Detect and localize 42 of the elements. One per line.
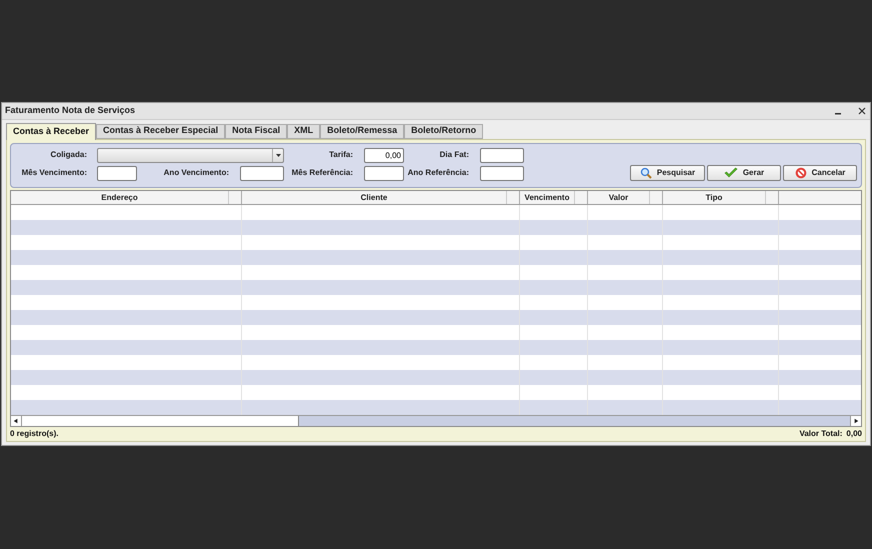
column-header[interactable]: Endereço — [11, 190, 228, 204]
field-label: Ano Vencimento: — [163, 167, 229, 180]
close-icon[interactable] — [858, 106, 866, 115]
input-field[interactable] — [364, 166, 404, 181]
column-header[interactable]: Tipo — [663, 190, 765, 204]
scrollbar-thumb[interactable] — [22, 416, 299, 426]
input-field[interactable] — [480, 148, 524, 163]
table-row[interactable] — [11, 204, 861, 220]
tab[interactable]: Contas à Receber Especial — [96, 124, 226, 139]
cancel-button[interactable]: Cancelar — [783, 165, 857, 182]
field-label: Ano Referência: — [407, 167, 469, 180]
tab[interactable]: XML — [287, 124, 320, 139]
field-label: Coligada: — [50, 149, 87, 162]
total-value: 0,00 — [846, 428, 862, 440]
scroll-right-icon[interactable] — [850, 416, 861, 426]
window-title: Faturamento Nota de Serviços — [5, 104, 136, 118]
search-icon — [640, 167, 652, 180]
field-label: Mês Referência: — [290, 167, 353, 180]
horizontal-scrollbar[interactable] — [11, 414, 861, 426]
field-label: Tarifa: — [328, 149, 353, 162]
dropdown[interactable] — [97, 148, 284, 163]
tab[interactable]: Boleto/Retorno — [404, 124, 484, 139]
tab[interactable]: Contas à Receber — [6, 122, 96, 140]
column-header[interactable]: Cliente — [242, 190, 506, 204]
field-label: Dia Fat: — [438, 149, 469, 162]
checkmark-icon — [724, 167, 738, 180]
column-header[interactable]: Valor — [588, 190, 649, 204]
field-label: Mês Vencimento: — [20, 167, 87, 180]
input-field[interactable] — [97, 166, 137, 181]
generate-button[interactable]: Gerar — [707, 165, 781, 182]
input-field[interactable] — [240, 166, 284, 181]
scroll-left-icon[interactable] — [11, 416, 22, 426]
no-entry-icon — [794, 167, 807, 180]
tab[interactable]: Nota Fiscal — [225, 124, 288, 139]
caret-icon — [276, 154, 280, 157]
input-field[interactable]: 0,00 — [364, 148, 404, 163]
search-button[interactable]: Pesquisar — [630, 165, 705, 182]
total-label: Valor Total: — [799, 428, 842, 440]
record-count: 0 registro(s). — [10, 428, 58, 440]
column-header[interactable]: Vencimento — [520, 190, 574, 204]
input-field[interactable] — [480, 166, 524, 181]
tab[interactable]: Boleto/Remessa — [320, 124, 404, 139]
